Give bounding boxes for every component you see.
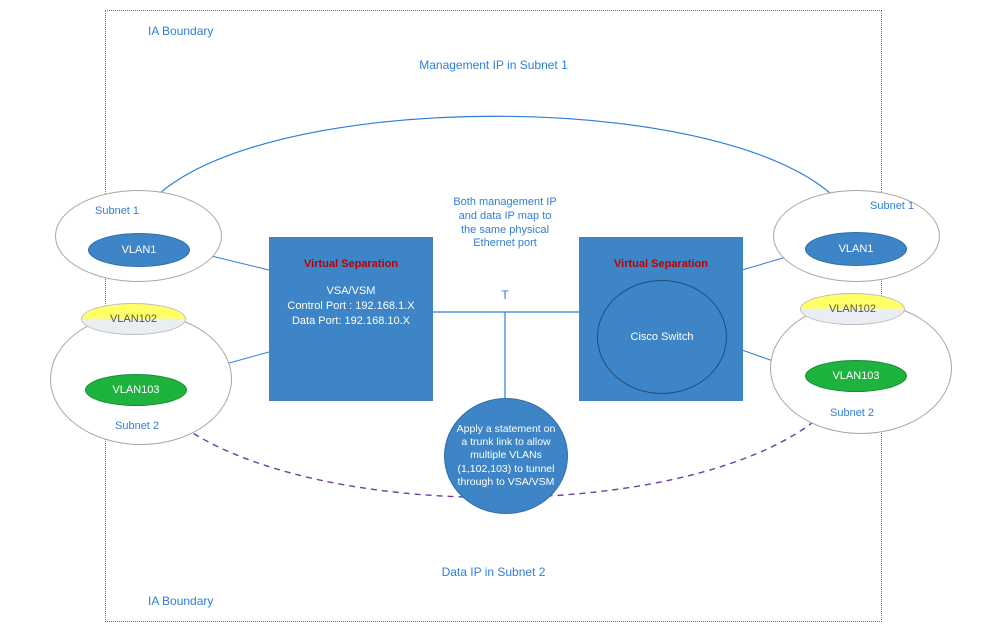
right-vlan1: VLAN1 xyxy=(805,232,907,266)
left-box-line2: Control Port : 192.168.1.X xyxy=(270,299,432,314)
center-note-l3: the same physical xyxy=(447,224,563,238)
right-vlan102: VLAN102 xyxy=(800,293,905,325)
left-virtual-separation-label: Virtual Separation xyxy=(270,258,432,270)
right-subnet2-label: Subnet 2 xyxy=(830,407,874,419)
ia-boundary-top-label: IA Boundary xyxy=(148,24,213,38)
diagram-canvas: IA Boundary IA Boundary Management IP in… xyxy=(0,0,987,632)
left-vlan103: VLAN103 xyxy=(85,374,187,406)
left-subnet2-label: Subnet 2 xyxy=(115,420,159,432)
ia-boundary-box xyxy=(105,10,882,622)
right-virtual-separation-label: Virtual Separation xyxy=(580,258,742,270)
ia-boundary-bottom-label: IA Boundary xyxy=(148,594,213,608)
left-vlan1: VLAN1 xyxy=(88,233,190,267)
management-ip-title: Management IP in Subnet 1 xyxy=(0,58,987,72)
vsa-vsm-box: Virtual Separation VSA/VSM Control Port … xyxy=(269,237,433,401)
cisco-switch-box: Virtual Separation Cisco Switch xyxy=(579,237,743,401)
trunk-statement-text: Apply a statement on a trunk link to all… xyxy=(453,423,559,489)
trunk-marker: T xyxy=(495,288,515,303)
center-note-l4: Ethernet port xyxy=(447,237,563,251)
right-subnet1-label: Subnet 1 xyxy=(870,200,914,212)
center-note-l1: Both management IP xyxy=(447,196,563,210)
left-subnet1-label: Subnet 1 xyxy=(95,205,139,217)
left-box-line1: VSA/VSM xyxy=(270,284,432,299)
cisco-switch-circle: Cisco Switch xyxy=(597,280,727,394)
left-vlan102: VLAN102 xyxy=(81,303,186,335)
center-note-l2: and data IP map to xyxy=(447,210,563,224)
left-box-line3: Data Port: 192.168.10.X xyxy=(270,314,432,329)
cisco-switch-label: Cisco Switch xyxy=(631,331,694,343)
data-ip-title: Data IP in Subnet 2 xyxy=(0,565,987,579)
center-note: Both management IP and data IP map to th… xyxy=(447,196,563,251)
trunk-statement-bubble: Apply a statement on a trunk link to all… xyxy=(444,398,568,514)
right-vlan103: VLAN103 xyxy=(805,360,907,392)
